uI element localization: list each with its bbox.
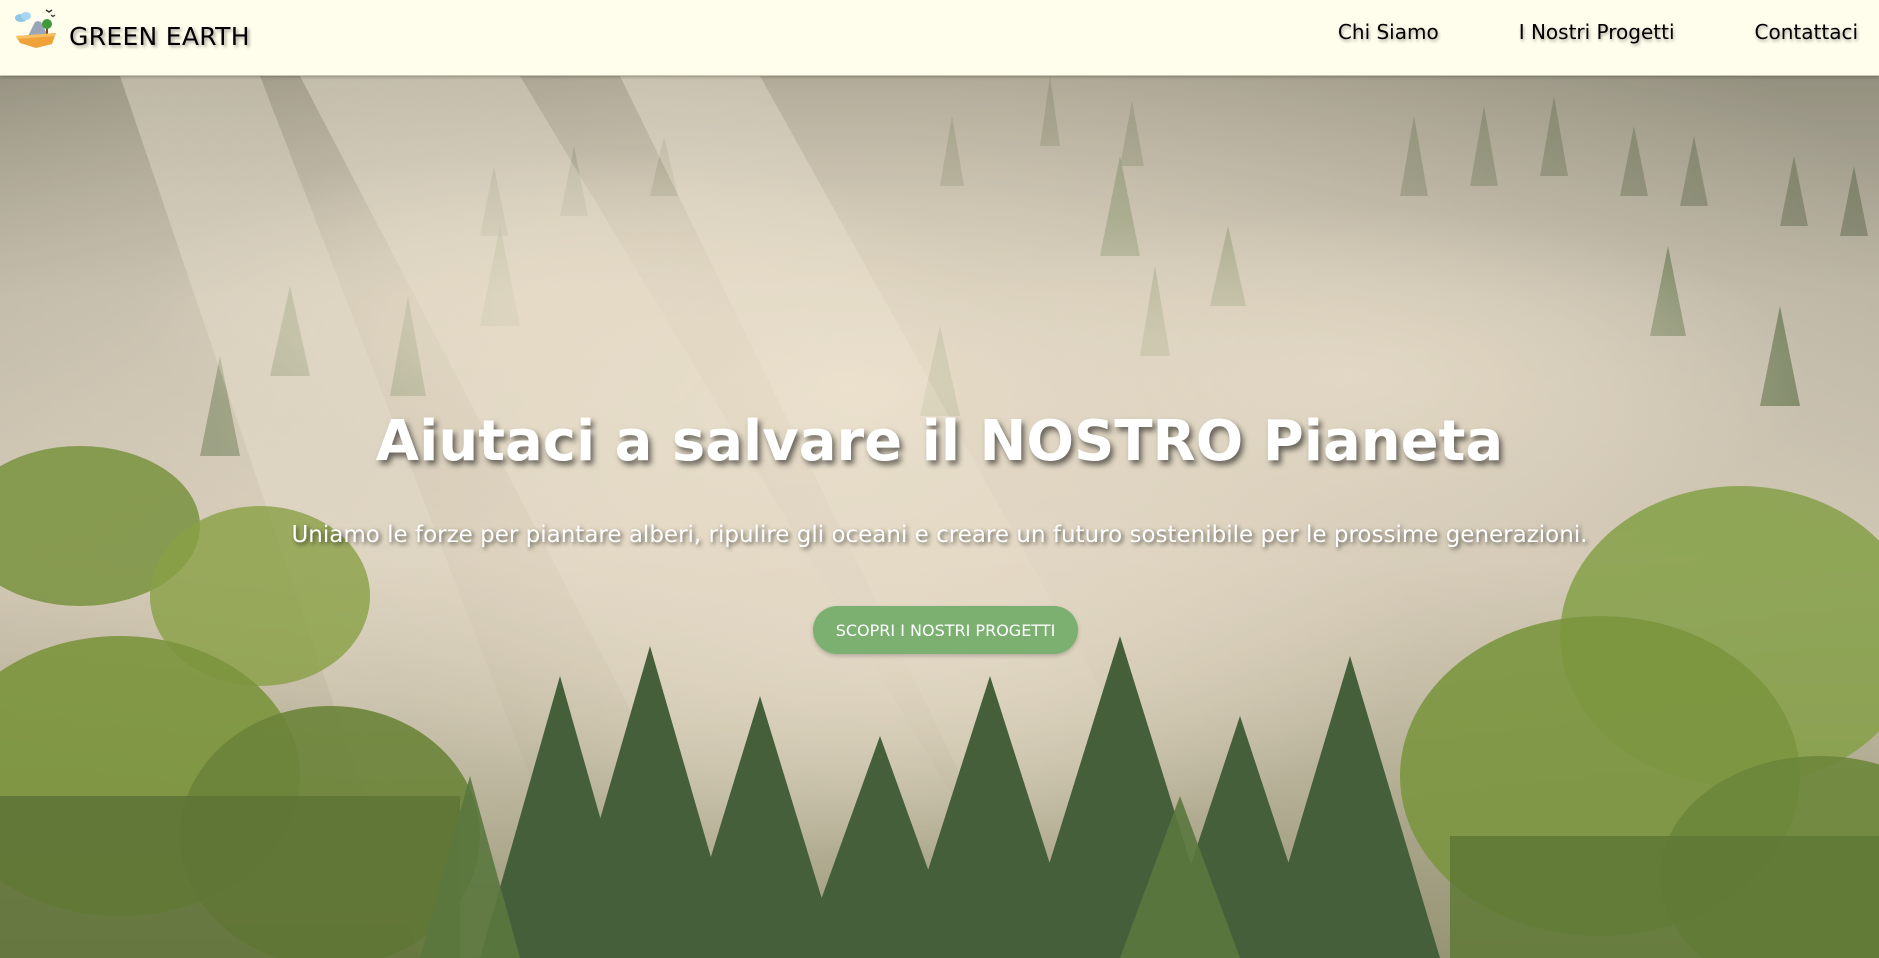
- brand-name: GREEN EARTH: [69, 22, 250, 51]
- island-tree-logo-icon: [15, 8, 56, 48]
- main-nav: Chi Siamo I Nostri Progetti Contattaci: [1338, 20, 1858, 44]
- hero-subtitle: Uniamo le forze per piantare alberi, rip…: [291, 522, 1588, 548]
- discover-projects-button[interactable]: SCOPRI I NOSTRI PROGETTI: [813, 606, 1078, 654]
- hero-content: Aiutaci a salvare il NOSTRO Pianeta Unia…: [0, 76, 1879, 958]
- page: GREEN EARTH Chi Siamo I Nostri Progetti …: [0, 0, 1879, 958]
- nav-link-chi-siamo[interactable]: Chi Siamo: [1338, 20, 1439, 44]
- logo[interactable]: GREEN EARTH: [12, 4, 250, 51]
- nav-link-i-nostri-progetti[interactable]: I Nostri Progetti: [1519, 20, 1675, 44]
- nav-link-contattaci[interactable]: Contattaci: [1755, 20, 1858, 44]
- site-header: GREEN EARTH Chi Siamo I Nostri Progetti …: [0, 0, 1879, 76]
- hero-section: Aiutaci a salvare il NOSTRO Pianeta Unia…: [0, 76, 1879, 958]
- hero-title: Aiutaci a salvare il NOSTRO Pianeta: [375, 409, 1504, 474]
